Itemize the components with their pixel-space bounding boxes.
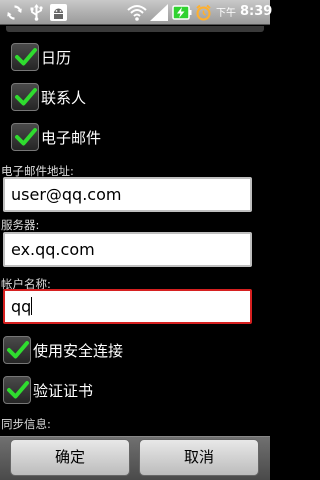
contacts-sync-row[interactable]: 联系人 bbox=[0, 79, 270, 119]
text-cursor bbox=[31, 297, 33, 315]
android-debug-icon bbox=[50, 4, 67, 21]
account-settings-form[interactable]: 日历 联系人 电子邮件 电子邮件地址: user@qq.com 服务器: ex.… bbox=[0, 26, 270, 436]
ok-button[interactable]: 确定 bbox=[10, 439, 130, 476]
sync-icon bbox=[7, 5, 22, 20]
contacts-label: 联系人 bbox=[41, 89, 87, 107]
secure-connection-label: 使用安全连接 bbox=[33, 342, 124, 360]
cancel-button[interactable]: 取消 bbox=[139, 439, 259, 476]
checkmark-icon bbox=[7, 381, 29, 399]
usb-icon bbox=[30, 4, 43, 21]
wifi-icon bbox=[127, 5, 147, 21]
calendar-label: 日历 bbox=[41, 49, 72, 67]
contacts-checkbox[interactable] bbox=[11, 83, 39, 111]
verify-certificate-checkbox[interactable] bbox=[3, 376, 31, 404]
account-name-field[interactable]: qq bbox=[3, 289, 252, 324]
calendar-checkbox[interactable] bbox=[11, 43, 39, 71]
calendar-sync-row[interactable]: 日历 bbox=[0, 39, 270, 79]
clock-time: 8:39 bbox=[240, 4, 273, 19]
verify-certificate-label: 验证证书 bbox=[33, 382, 94, 400]
secure-connection-row[interactable]: 使用安全连接 bbox=[0, 332, 270, 372]
alarm-icon bbox=[196, 4, 211, 21]
sync-info-label: 同步信息: bbox=[1, 417, 51, 431]
status-bar: 下午 8:39 bbox=[0, 0, 273, 25]
checkmark-icon bbox=[15, 128, 37, 146]
time-prefix: 下午 bbox=[216, 8, 236, 19]
signal-icon bbox=[150, 4, 168, 21]
secure-connection-checkbox[interactable] bbox=[3, 336, 31, 364]
top-divider bbox=[6, 26, 264, 32]
checkmark-icon bbox=[15, 88, 37, 106]
email-address-field[interactable]: user@qq.com bbox=[3, 177, 252, 212]
server-field[interactable]: ex.qq.com bbox=[3, 232, 252, 267]
checkmark-icon bbox=[7, 341, 29, 359]
email-checkbox[interactable] bbox=[11, 123, 39, 151]
account-name-value: qq bbox=[11, 297, 32, 316]
button-bar: 确定 取消 bbox=[0, 436, 270, 480]
checkmark-icon bbox=[15, 48, 37, 66]
server-label: 服务器: bbox=[1, 218, 40, 232]
email-sync-row[interactable]: 电子邮件 bbox=[0, 119, 270, 159]
email-label: 电子邮件 bbox=[41, 129, 102, 147]
battery-charging-icon bbox=[172, 5, 192, 20]
verify-certificate-row[interactable]: 验证证书 bbox=[0, 372, 270, 412]
